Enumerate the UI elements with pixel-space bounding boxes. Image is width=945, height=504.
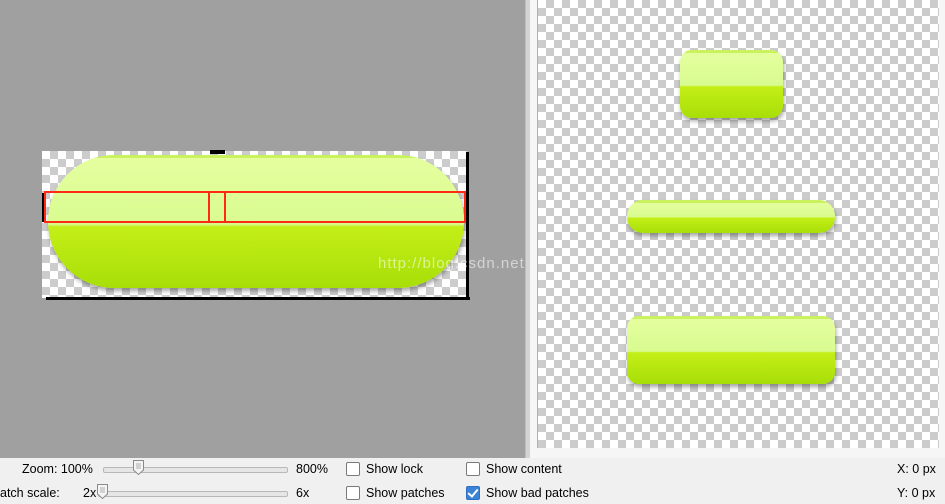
ninepatch-canvas[interactable] (42, 150, 470, 300)
preview-button-wide (627, 200, 835, 233)
patch-scale-min-label: 2x (83, 486, 97, 500)
patch-scale-slider-thumb[interactable] (97, 484, 108, 499)
zoom-slider-track[interactable] (103, 467, 288, 473)
zoom-slider-thumb[interactable] (133, 460, 144, 475)
preview-button-large (627, 316, 835, 384)
show-content-label[interactable]: Show content (486, 462, 562, 476)
bad-patch-divider-2 (224, 191, 226, 223)
patch-scale-max-label: 6x (296, 486, 310, 500)
watermark-text: http://blog.csdn.net/ (378, 255, 530, 272)
bad-patch-divider-1 (208, 191, 210, 223)
x-coordinate-readout: X: 0 px (897, 462, 936, 476)
show-content-checkbox[interactable] (466, 462, 480, 476)
preview-button-small (680, 50, 783, 118)
y-coordinate-readout: Y: 0 px (897, 486, 936, 500)
bad-patch-outline-left (44, 191, 46, 223)
show-bad-patches-label[interactable]: Show bad patches (486, 486, 589, 500)
content-marker-right (466, 152, 469, 300)
bad-patch-outline-bottom (44, 221, 466, 223)
editor-pane[interactable]: http://blog.csdn.net/ (0, 0, 529, 458)
show-patches-label[interactable]: Show patches (366, 486, 445, 500)
zoom-label: Zoom: 100% (22, 462, 93, 476)
show-bad-patches-checkbox[interactable] (466, 486, 480, 500)
show-lock-checkbox[interactable] (346, 462, 360, 476)
stretch-marker-top (210, 150, 225, 154)
patch-scale-label: atch scale: (0, 486, 60, 500)
ninepatch-image (42, 151, 468, 298)
preview-canvas (537, 0, 939, 448)
content-marker-bottom (46, 297, 470, 300)
control-bar: Zoom: 100% 800% atch scale: 2x 6x Show l… (0, 458, 945, 504)
zoom-max-label: 800% (296, 462, 328, 476)
patch-scale-slider-track[interactable] (98, 491, 288, 497)
bad-patch-outline-top (44, 191, 466, 193)
show-lock-label[interactable]: Show lock (366, 462, 423, 476)
show-patches-checkbox[interactable] (346, 486, 360, 500)
preview-pane[interactable] (530, 0, 945, 458)
bad-patch-outline-right (464, 191, 466, 223)
